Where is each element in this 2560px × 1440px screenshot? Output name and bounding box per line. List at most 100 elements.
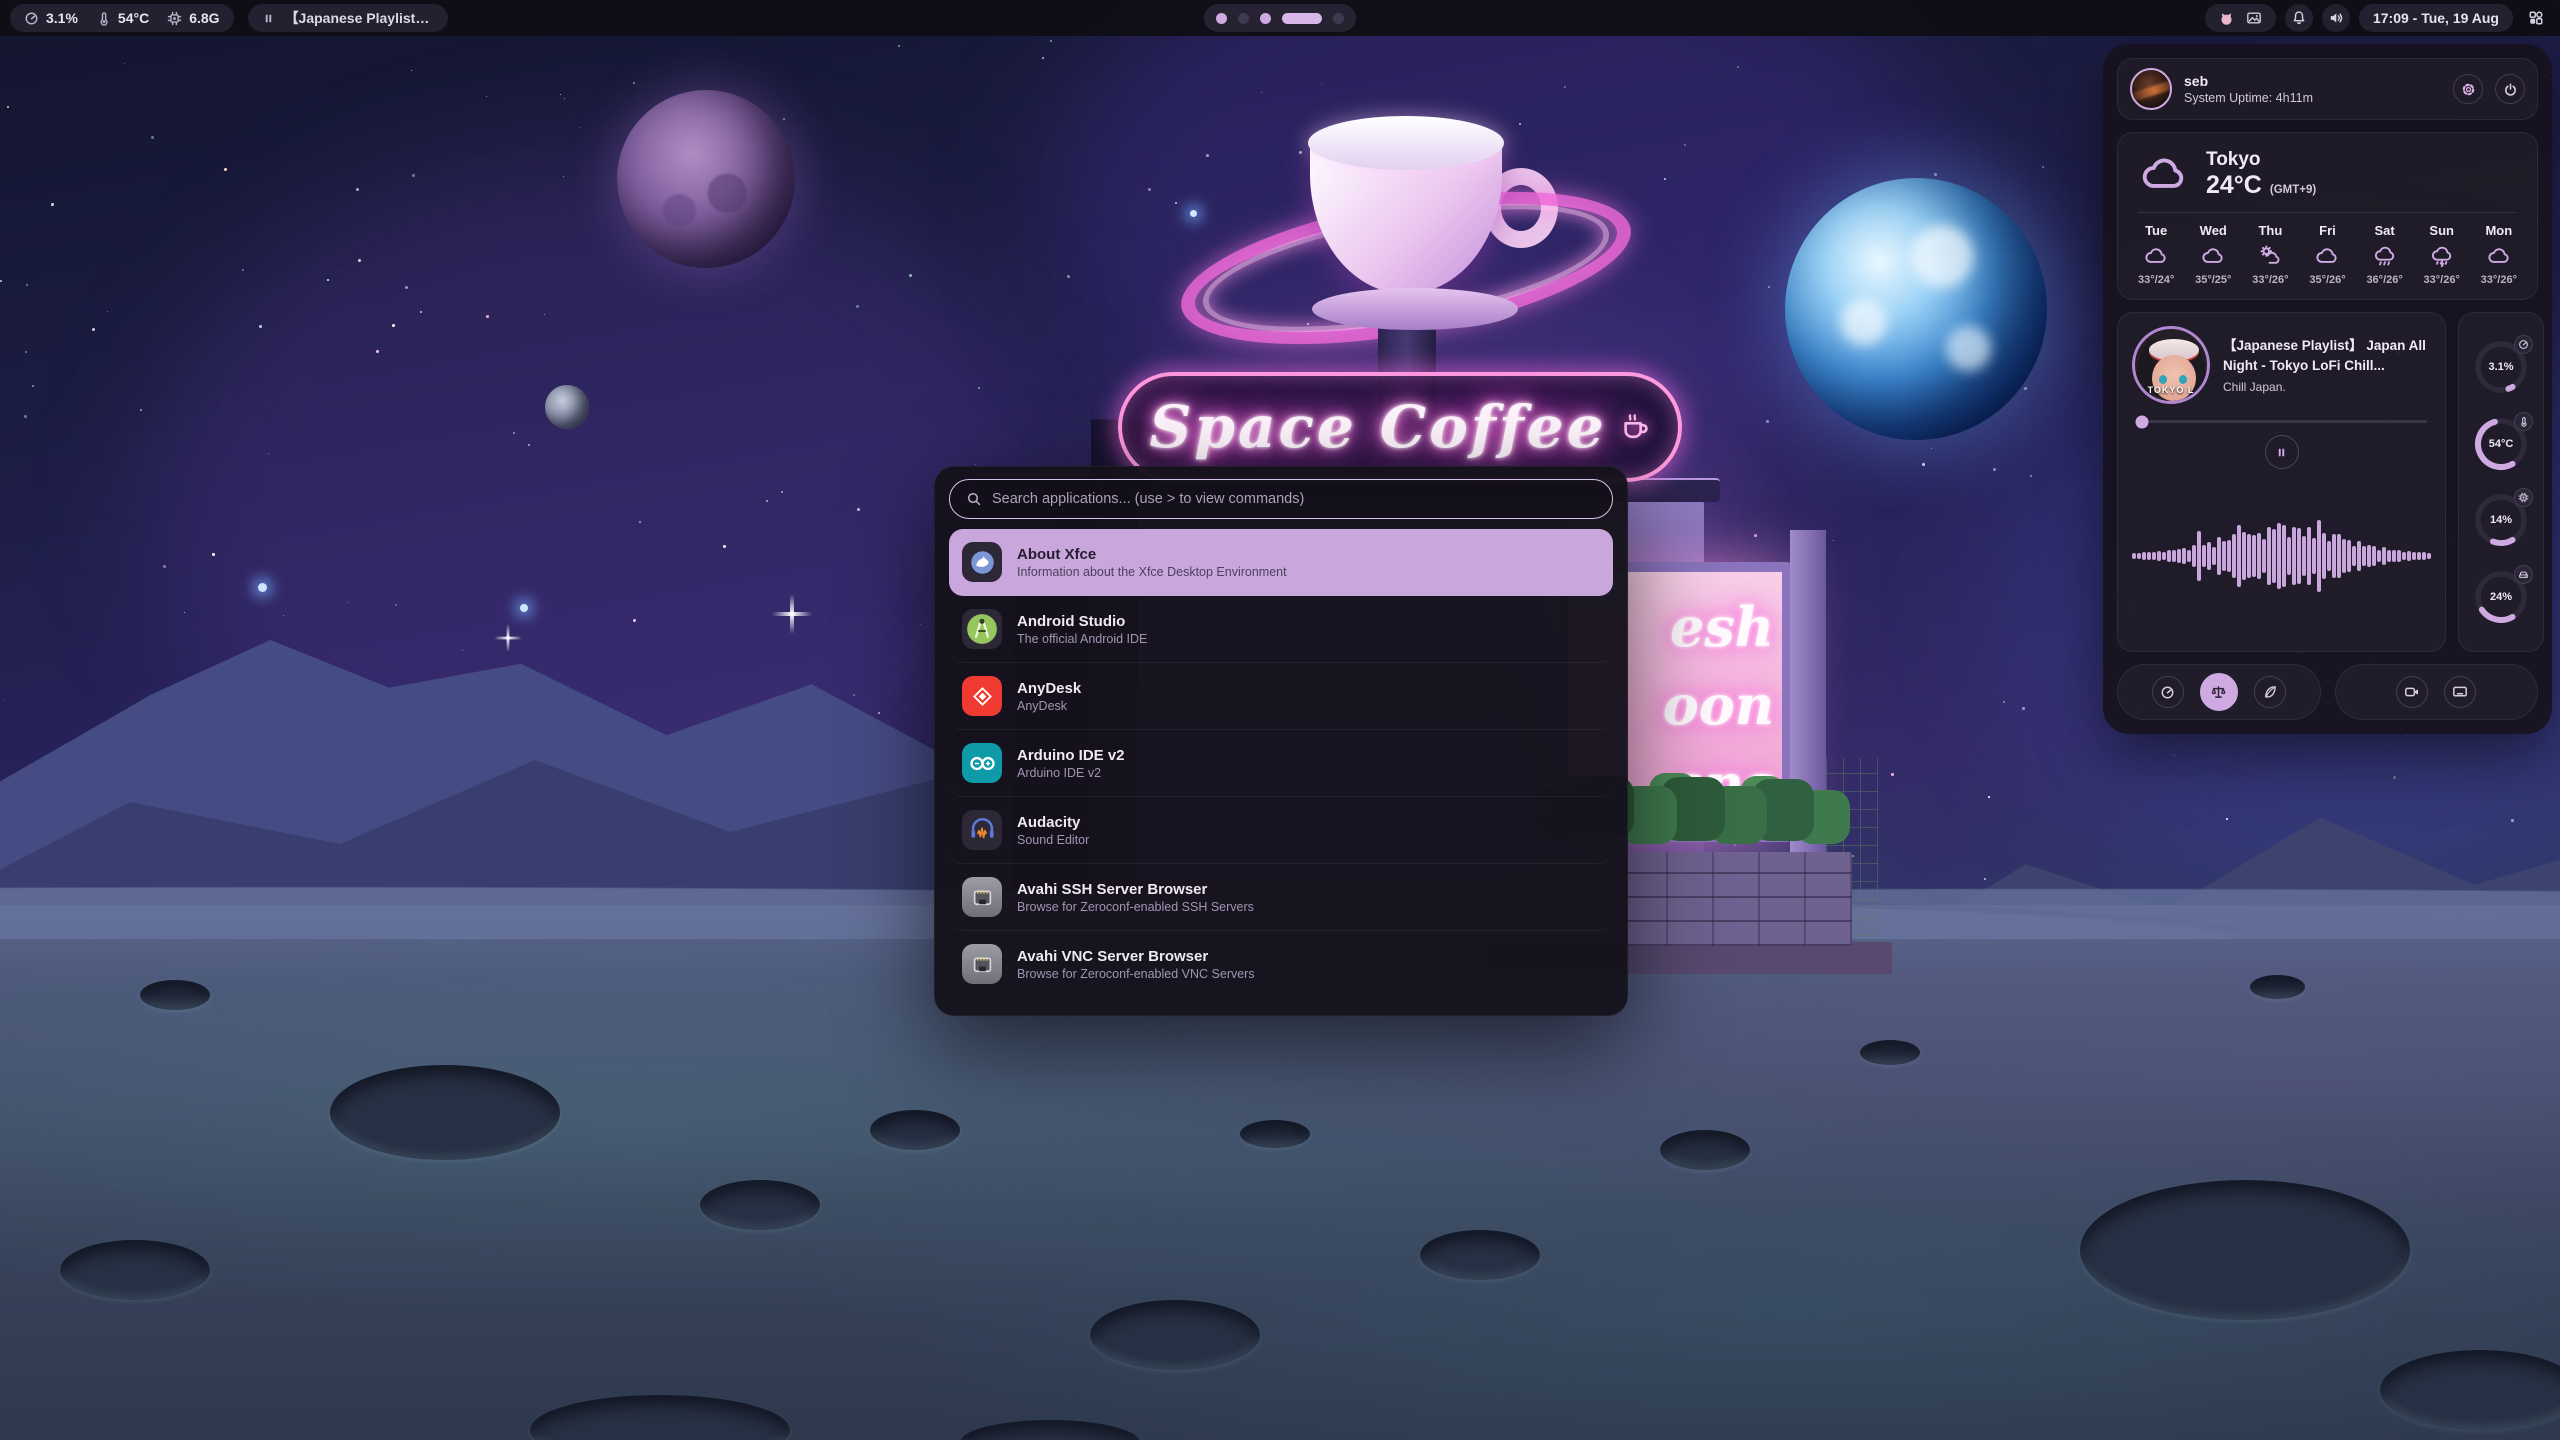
- top-panel: 3.1% 54°C 6.8G 【Japanese Playlist】 J...: [0, 0, 2560, 36]
- crater: [1090, 1300, 1260, 1370]
- app-title: Audacity: [1017, 813, 1089, 833]
- launcher-result-item[interactable]: Arduino IDE v2 Arduino IDE v2: [949, 730, 1613, 797]
- crater: [140, 980, 210, 1010]
- cup-saucer: [1312, 288, 1518, 330]
- speaker-icon: [2328, 10, 2344, 26]
- screen-record-button[interactable]: [2396, 676, 2428, 708]
- pause-icon: [262, 12, 275, 25]
- memory-stat: 6.8G: [167, 10, 219, 26]
- bright-star: [520, 604, 528, 612]
- settings-button[interactable]: [2453, 74, 2483, 104]
- workspace-switcher[interactable]: [1204, 4, 1356, 32]
- launcher-result-item[interactable]: Avahi VNC Server Browser Browse for Zero…: [949, 931, 1613, 998]
- chip-icon: [167, 11, 182, 26]
- app-icon: [962, 609, 1002, 649]
- forecast-weather-icon: [2257, 243, 2283, 269]
- forecast-day-name: Thu: [2258, 223, 2282, 238]
- leaf-icon: [2262, 684, 2278, 700]
- audio-waveform: [2132, 469, 2431, 641]
- launcher-result-item[interactable]: Avahi SSH Server Browser Browse for Zero…: [949, 864, 1613, 931]
- cpu-usage-value: 3.1%: [46, 10, 78, 26]
- forecast-temps: 33°/24°: [2138, 274, 2174, 286]
- thermometer-icon: [96, 11, 111, 26]
- user-card: seb System Uptime: 4h11m: [2117, 58, 2538, 120]
- search-results-list: About Xfce Information about the Xfce De…: [949, 529, 1613, 998]
- weather-timezone: (GMT+9): [2270, 184, 2316, 196]
- app-icon: [962, 542, 1002, 582]
- purple-planet: [617, 90, 795, 268]
- app-subtitle: Sound Editor: [1017, 833, 1089, 847]
- cloud-icon: [2138, 148, 2190, 200]
- grid-icon: [2528, 10, 2544, 26]
- cat-tray-icon[interactable]: [2219, 11, 2234, 26]
- power-button[interactable]: [2495, 74, 2525, 104]
- app-title: Avahi SSH Server Browser: [1017, 880, 1254, 900]
- forecast-day-name: Mon: [2485, 223, 2512, 238]
- video-camera-icon: [2404, 684, 2420, 700]
- forecast-weather-icon: [2143, 243, 2169, 269]
- gauge-icon-badge: [2514, 488, 2533, 507]
- star-sparkle: [507, 624, 510, 652]
- launcher-result-item[interactable]: Android Studio The official Android IDE: [949, 596, 1613, 663]
- forecast-weather-icon: [2429, 243, 2455, 269]
- app-title: About Xfce: [1017, 545, 1287, 565]
- gear-icon: [2461, 82, 2476, 97]
- powersave-profile-button[interactable]: [2254, 676, 2286, 708]
- system-gauge: 3.1%: [2472, 338, 2530, 396]
- forecast-day: Sun 33°/26°: [2424, 223, 2460, 286]
- picture-tray-icon[interactable]: [2246, 10, 2262, 26]
- app-icon: [962, 676, 1002, 716]
- now-playing-pill[interactable]: 【Japanese Playlist】 J...: [248, 4, 448, 32]
- app-subtitle: The official Android IDE: [1017, 632, 1147, 646]
- seek-bar[interactable]: [2136, 420, 2427, 423]
- system-monitor-column: 3.1% 54°C 14% 24%: [2458, 312, 2544, 652]
- power-profile-group: [2117, 664, 2321, 720]
- app-launcher-dialog: About Xfce Information about the Xfce De…: [934, 466, 1628, 1016]
- seek-thumb[interactable]: [2135, 415, 2148, 428]
- clock-pill[interactable]: 17:09 - Tue, 19 Aug: [2359, 4, 2513, 32]
- search-input[interactable]: [992, 491, 1596, 507]
- workspace-dot-1[interactable]: [1216, 13, 1227, 24]
- launcher-result-item[interactable]: AnyDesk AnyDesk: [949, 663, 1613, 730]
- balanced-profile-button[interactable]: [2200, 673, 2238, 711]
- system-tray[interactable]: [2205, 4, 2276, 32]
- search-box[interactable]: [949, 479, 1613, 519]
- media-player-card: TOKYO L 【Japanese Playlist】 Japan All Ni…: [2117, 312, 2446, 652]
- forecast-day-name: Wed: [2200, 223, 2227, 238]
- system-gauge: 24%: [2472, 568, 2530, 626]
- forecast-temps: 35°/26°: [2309, 274, 2345, 286]
- forecast-day-name: Sat: [2374, 223, 2394, 238]
- launcher-result-item[interactable]: Audacity Sound Editor: [949, 797, 1613, 864]
- forecast-day: Tue 33°/24°: [2138, 223, 2174, 286]
- play-pause-button[interactable]: [2265, 435, 2299, 469]
- notifications-button[interactable]: [2285, 4, 2313, 32]
- launcher-result-item[interactable]: About Xfce Information about the Xfce De…: [949, 529, 1613, 596]
- cpu-usage-stat: 3.1%: [24, 10, 78, 26]
- app-title: Android Studio: [1017, 612, 1147, 632]
- volume-button[interactable]: [2322, 4, 2350, 32]
- workspace-dot-3[interactable]: [1260, 13, 1271, 24]
- album-art: TOKYO L: [2132, 326, 2210, 404]
- system-stats-pill[interactable]: 3.1% 54°C 6.8G: [10, 4, 234, 32]
- workspace-dot-4[interactable]: [1282, 13, 1322, 24]
- crater: [1860, 1040, 1920, 1065]
- app-grid-button[interactable]: [2522, 4, 2550, 32]
- app-title: AnyDesk: [1017, 679, 1081, 699]
- gauge-icon-badge: [2514, 412, 2533, 431]
- app-subtitle: Information about the Xfce Desktop Envir…: [1017, 565, 1287, 579]
- crater: [1660, 1130, 1750, 1170]
- search-icon: [966, 491, 982, 507]
- clock-label: 17:09 - Tue, 19 Aug: [2373, 10, 2499, 26]
- forecast-temps: 33°/26°: [2424, 274, 2460, 286]
- system-gauge: 14%: [2472, 491, 2530, 549]
- app-title: Avahi VNC Server Browser: [1017, 947, 1255, 967]
- workspace-dot-2[interactable]: [1238, 13, 1249, 24]
- app-subtitle: Browse for Zeroconf-enabled VNC Servers: [1017, 967, 1255, 981]
- performance-profile-button[interactable]: [2152, 676, 2184, 708]
- screenshot-button[interactable]: [2444, 676, 2476, 708]
- workspace-dot-5[interactable]: [1333, 13, 1344, 24]
- app-icon: [962, 877, 1002, 917]
- system-uptime: System Uptime: 4h11m: [2184, 91, 2313, 105]
- bell-icon: [2291, 10, 2307, 26]
- crater: [330, 1065, 560, 1160]
